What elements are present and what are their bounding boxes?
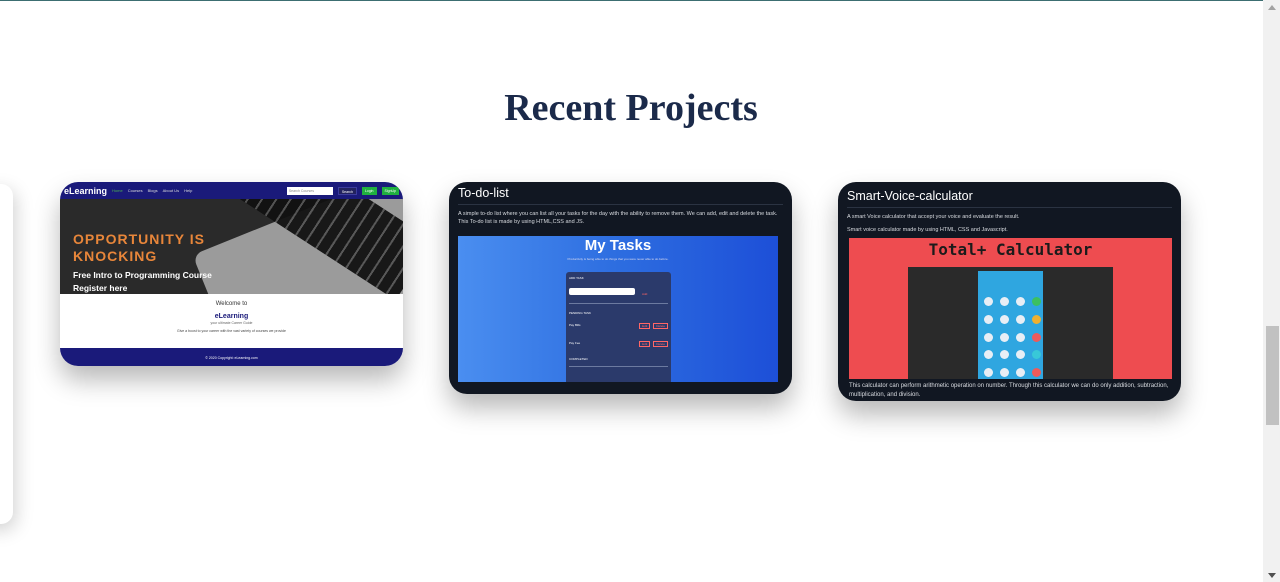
- todo-separator: [569, 366, 668, 367]
- todo-app-title: My Tasks: [584, 237, 652, 254]
- calculator-key: [1032, 350, 1041, 360]
- todo-app-subtitle: Productivity is being able to do things …: [567, 257, 669, 261]
- calculator-device-frame: [908, 267, 1113, 379]
- todo-add-button: Add: [642, 292, 648, 296]
- calculator-key: [1016, 314, 1025, 324]
- calculator-key: [1000, 350, 1009, 360]
- previous-card-edge: [0, 184, 13, 524]
- calculator-keypad: [978, 271, 1043, 379]
- project-card-elearning[interactable]: eLearning Home Courses Blogs About Us He…: [60, 182, 403, 366]
- elearning-welcome: Welcome to: [215, 301, 248, 307]
- scrollbar-thumb[interactable]: [1266, 326, 1279, 425]
- calculator-key: [1000, 332, 1009, 342]
- calculator-key: [1016, 350, 1025, 360]
- elearning-description: Give a boost to your career with the vas…: [177, 329, 286, 333]
- vertical-scrollbar[interactable]: [1263, 0, 1280, 582]
- calculator-key: [1000, 314, 1009, 324]
- calculator-key: [984, 314, 993, 324]
- todo-panel: ADD TASK Add PENDING TASK Pay Bills Edit…: [566, 272, 671, 382]
- project-title: To-do-list: [458, 186, 509, 200]
- elearning-nav-link: Courses: [127, 188, 143, 193]
- top-divider: [0, 0, 1264, 1]
- todo-add-input: [569, 288, 635, 295]
- calculator-key: [984, 297, 993, 306]
- todo-edit-button: Edit: [639, 323, 651, 329]
- calculator-app-title: Total+ Calculator: [928, 240, 1093, 259]
- calculator-key: [1032, 368, 1041, 378]
- todo-add-label: ADD TASK: [569, 276, 584, 280]
- calculator-screenshot: Total+ Calculator: [849, 238, 1172, 379]
- elearning-hero: OPPORTUNITY IS KNOCKING Free Intro to Pr…: [60, 199, 403, 294]
- elearning-hero-subtitle: Free Intro to Programming Course Registe…: [73, 269, 212, 294]
- calculator-key: [984, 332, 993, 342]
- elearning-tagline: your ultimate Career Guide: [210, 321, 253, 325]
- project-description-2: Smart voice calculator made by using HTM…: [847, 227, 1008, 233]
- elearning-search-button: Search: [337, 186, 357, 195]
- elearning-search-field: Search Courses: [286, 186, 333, 195]
- section-heading: Recent Projects: [504, 87, 758, 129]
- elearning-signup-button: SignUp: [381, 186, 399, 195]
- elearning-brand: eLearning: [214, 313, 249, 320]
- project-description: A smart Voice calculator that accept you…: [847, 214, 1020, 220]
- todo-screenshot: My Tasks Productivity is being able to d…: [458, 236, 778, 382]
- calculator-key: [1016, 297, 1025, 306]
- elearning-navbar: eLearning Home Courses Blogs About Us He…: [60, 182, 403, 199]
- elearning-hero-title: OPPORTUNITY IS KNOCKING: [73, 231, 205, 264]
- calculator-key: [1000, 368, 1009, 378]
- project-description: A simple to-do list where you can list a…: [458, 211, 778, 225]
- todo-pending-label: PENDING TASK: [569, 311, 592, 315]
- project-footer-text: This calculator can perform arithmetic o…: [849, 383, 1169, 398]
- project-title: Smart-Voice-calculator: [847, 189, 973, 203]
- calculator-key: [1016, 368, 1025, 378]
- elearning-logo: eLearning: [64, 185, 108, 196]
- elearning-footer: © 2020 Copyright: eLearning.com: [60, 348, 403, 366]
- todo-delete-button: Delete: [653, 323, 668, 329]
- todo-separator: [569, 303, 668, 304]
- project-card-calculator[interactable]: Smart-Voice-calculator A smart Voice cal…: [838, 182, 1181, 401]
- calculator-key: [1032, 297, 1041, 306]
- elearning-hero-line2: Register here: [73, 283, 128, 293]
- elearning-nav-link: Home: [112, 188, 123, 193]
- elearning-nav-link: About Us: [162, 188, 180, 193]
- calculator-key: [984, 350, 993, 360]
- calculator-key: [1032, 314, 1041, 324]
- todo-item-text: Pay Bills: [569, 323, 581, 327]
- todo-item-text: Pay Fee: [569, 341, 581, 345]
- todo-item: Pay Fee Edit Delete: [566, 335, 671, 353]
- todo-completed-label: COMPLETED: [569, 357, 588, 361]
- scroll-up-arrow-icon[interactable]: [1268, 5, 1276, 10]
- elearning-body: Welcome to eLearning your ultimate Caree…: [60, 294, 403, 348]
- todo-item: Pay Bills Edit Delete: [566, 317, 671, 335]
- elearning-hero-line1: Free Intro to Programming Course: [73, 270, 212, 280]
- calculator-key: [984, 368, 993, 378]
- todo-edit-button: Edit: [639, 341, 651, 347]
- calculator-key: [1000, 297, 1009, 306]
- elearning-nav-link: Blogs: [147, 188, 158, 193]
- elearning-login-button: Login: [361, 186, 377, 195]
- scroll-down-arrow-icon[interactable]: [1268, 573, 1276, 578]
- todo-delete-button: Delete: [653, 341, 668, 347]
- calculator-key: [1016, 332, 1025, 342]
- elearning-nav-link: Help: [184, 188, 193, 193]
- calculator-key: [1032, 332, 1041, 342]
- project-card-todo[interactable]: To-do-list A simple to-do list where you…: [449, 182, 792, 394]
